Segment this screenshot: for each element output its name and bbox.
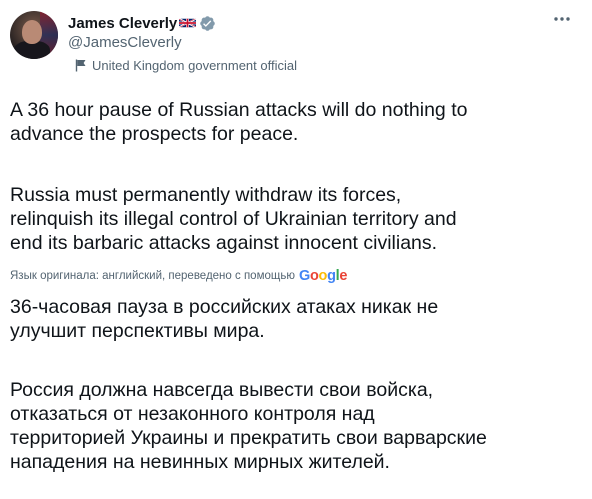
tweet-line: 36-часовая пауза в российских атаках ник… xyxy=(10,296,439,318)
tweet-translated-paragraph-1: 36-часовая пауза в российских атаках ник… xyxy=(10,295,438,343)
tweet-card: James Cleverly @JamesCleverly United Kin… xyxy=(0,0,592,499)
author-handle[interactable]: @JamesCleverly xyxy=(68,34,182,51)
author-name[interactable]: James Cleverly xyxy=(68,15,177,32)
tweet-original-paragraph-1: A 36 hour pause of Russian attacks will … xyxy=(10,98,467,146)
tweet-original-paragraph-2: Russia must permanently withdraw its for… xyxy=(10,183,457,255)
government-label-text: United Kingdom government official xyxy=(92,58,297,73)
tweet-line: advance the prospects for peace. xyxy=(10,123,299,145)
verified-badge-icon xyxy=(200,15,216,31)
google-letter: G xyxy=(298,268,310,284)
google-logo: Google xyxy=(299,268,347,284)
google-letter: o xyxy=(309,268,319,284)
google-letter: g xyxy=(327,268,336,284)
google-letter: e xyxy=(339,268,348,284)
avatar[interactable] xyxy=(10,11,58,59)
tweet-translated-paragraph-2: Россия должна навсегда вывести свои войс… xyxy=(10,378,487,474)
tweet-line: территорией Украины и прекратить свои ва… xyxy=(10,427,487,449)
uk-flag-icon xyxy=(179,17,197,29)
avatar-face xyxy=(22,20,42,44)
more-options-icon[interactable] xyxy=(552,10,572,28)
tweet-line: relinquish its illegal control of Ukrain… xyxy=(10,208,457,230)
tweet-line: Russia must permanently withdraw its for… xyxy=(10,184,402,206)
translation-note: Язык оригинала: английский, переведено с… xyxy=(10,270,295,282)
tweet-line: Россия должна навсегда вывести свои войс… xyxy=(10,379,434,401)
translation-attribution[interactable]: Язык оригинала: английский, переведено с… xyxy=(10,268,347,284)
author-name-row: James Cleverly xyxy=(68,13,216,33)
tweet-line: end its barbaric attacks against innocen… xyxy=(10,232,438,254)
tweet-line: A 36 hour pause of Russian attacks will … xyxy=(10,99,468,121)
tweet-line: улучшит перспективы мира. xyxy=(10,320,265,342)
government-flag-icon xyxy=(75,59,86,72)
government-label[interactable]: United Kingdom government official xyxy=(75,58,297,73)
tweet-line: отказаться от незаконного контроля над xyxy=(10,403,375,425)
google-letter: o xyxy=(318,268,328,284)
tweet-line: нападения на невинных мирных жителей. xyxy=(10,451,390,473)
